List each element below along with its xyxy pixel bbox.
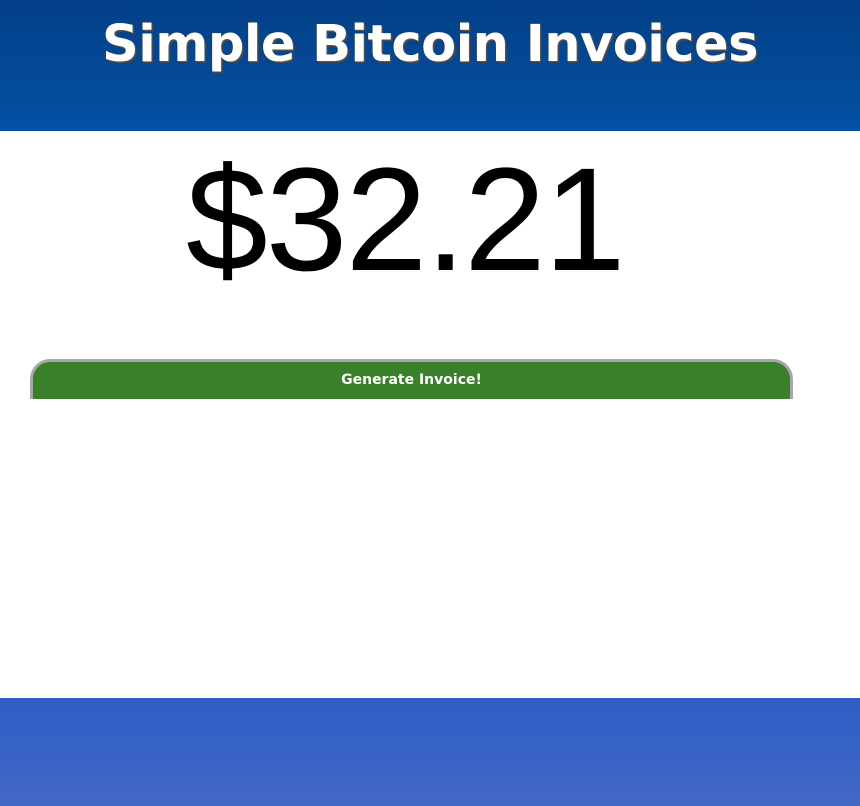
generate-invoice-button[interactable]: Generate Invoice! — [30, 359, 793, 399]
page-title: Simple Bitcoin Invoices — [102, 15, 758, 74]
invoice-amount: $32.21 — [186, 138, 626, 302]
header: Simple Bitcoin Invoices — [0, 0, 860, 131]
footer — [0, 698, 860, 806]
page: Simple Bitcoin Invoices $32.21 Generate … — [0, 0, 860, 806]
